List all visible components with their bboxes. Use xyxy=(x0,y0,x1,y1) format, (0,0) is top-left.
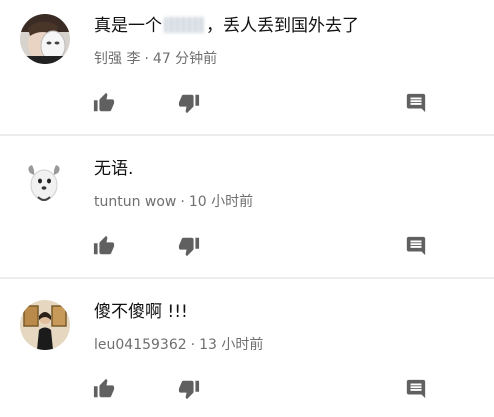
thumb-up-icon xyxy=(93,378,115,398)
comment-text: 真是一个 ，丢人丢到国外去了 xyxy=(94,15,359,37)
comment-time: 47 分钟前 xyxy=(152,51,218,67)
like-button[interactable] xyxy=(93,378,115,400)
like-button[interactable] xyxy=(93,235,115,257)
divider xyxy=(0,277,494,279)
blurred-censored-text xyxy=(164,17,204,33)
comment-meta: leu04159362 · 13 小时前 xyxy=(94,336,263,354)
dislike-button[interactable] xyxy=(178,378,200,400)
avatar-white-dog-image xyxy=(20,157,70,207)
author-name[interactable]: 钊强 李 xyxy=(94,51,140,67)
comment-text: 傻不傻啊 !!! xyxy=(94,302,188,322)
comment-time: 10 小时前 xyxy=(188,194,254,210)
comment-time: 13 小时前 xyxy=(199,337,264,353)
comment-text: 无语. xyxy=(94,159,134,179)
comment-item: 真是一个 ，丢人丢到国外去了 钊强 李 · 47 分钟前 xyxy=(0,0,494,140)
dislike-button[interactable] xyxy=(178,235,200,257)
comment-meta: tuntun wow · 10 小时前 xyxy=(94,193,253,211)
thumb-down-icon xyxy=(178,380,200,400)
comment-item: 无语. tuntun wow · 10 小时前 xyxy=(0,143,494,283)
author-avatar[interactable] xyxy=(20,300,70,350)
author-avatar[interactable] xyxy=(20,14,70,64)
comment-text-part: 真是一个 xyxy=(94,16,162,36)
thumb-up-icon xyxy=(93,235,115,255)
dislike-button[interactable] xyxy=(178,92,200,114)
comment-reply-icon xyxy=(406,93,426,113)
thumb-down-icon xyxy=(178,237,200,257)
thumb-up-icon xyxy=(93,92,115,112)
avatar-woman-portrait-image xyxy=(20,300,70,350)
author-name[interactable]: tuntun wow xyxy=(94,194,176,210)
reply-button[interactable] xyxy=(405,378,427,400)
reply-button[interactable] xyxy=(405,235,427,257)
thumb-down-icon xyxy=(178,94,200,114)
avatar-boy-with-mask-image xyxy=(20,14,70,64)
comment-meta: 钊强 李 · 47 分钟前 xyxy=(94,50,217,68)
comment-text-part: ，丢人丢到国外去了 xyxy=(206,16,359,36)
meta-separator: · xyxy=(180,194,185,210)
comment-item: 傻不傻啊 !!! leu04159362 · 13 小时前 xyxy=(0,286,494,417)
meta-separator: · xyxy=(190,337,196,353)
divider xyxy=(0,134,494,136)
author-name[interactable]: leu04159362 xyxy=(94,337,187,353)
like-button[interactable] xyxy=(93,92,115,114)
comment-reply-icon xyxy=(406,236,426,256)
comment-list: 真是一个 ，丢人丢到国外去了 钊强 李 · 47 分钟前 无语. tuntun … xyxy=(0,0,494,417)
comment-reply-icon xyxy=(406,379,426,399)
reply-button[interactable] xyxy=(405,92,427,114)
meta-separator: · xyxy=(144,51,149,67)
author-avatar[interactable] xyxy=(20,157,70,207)
